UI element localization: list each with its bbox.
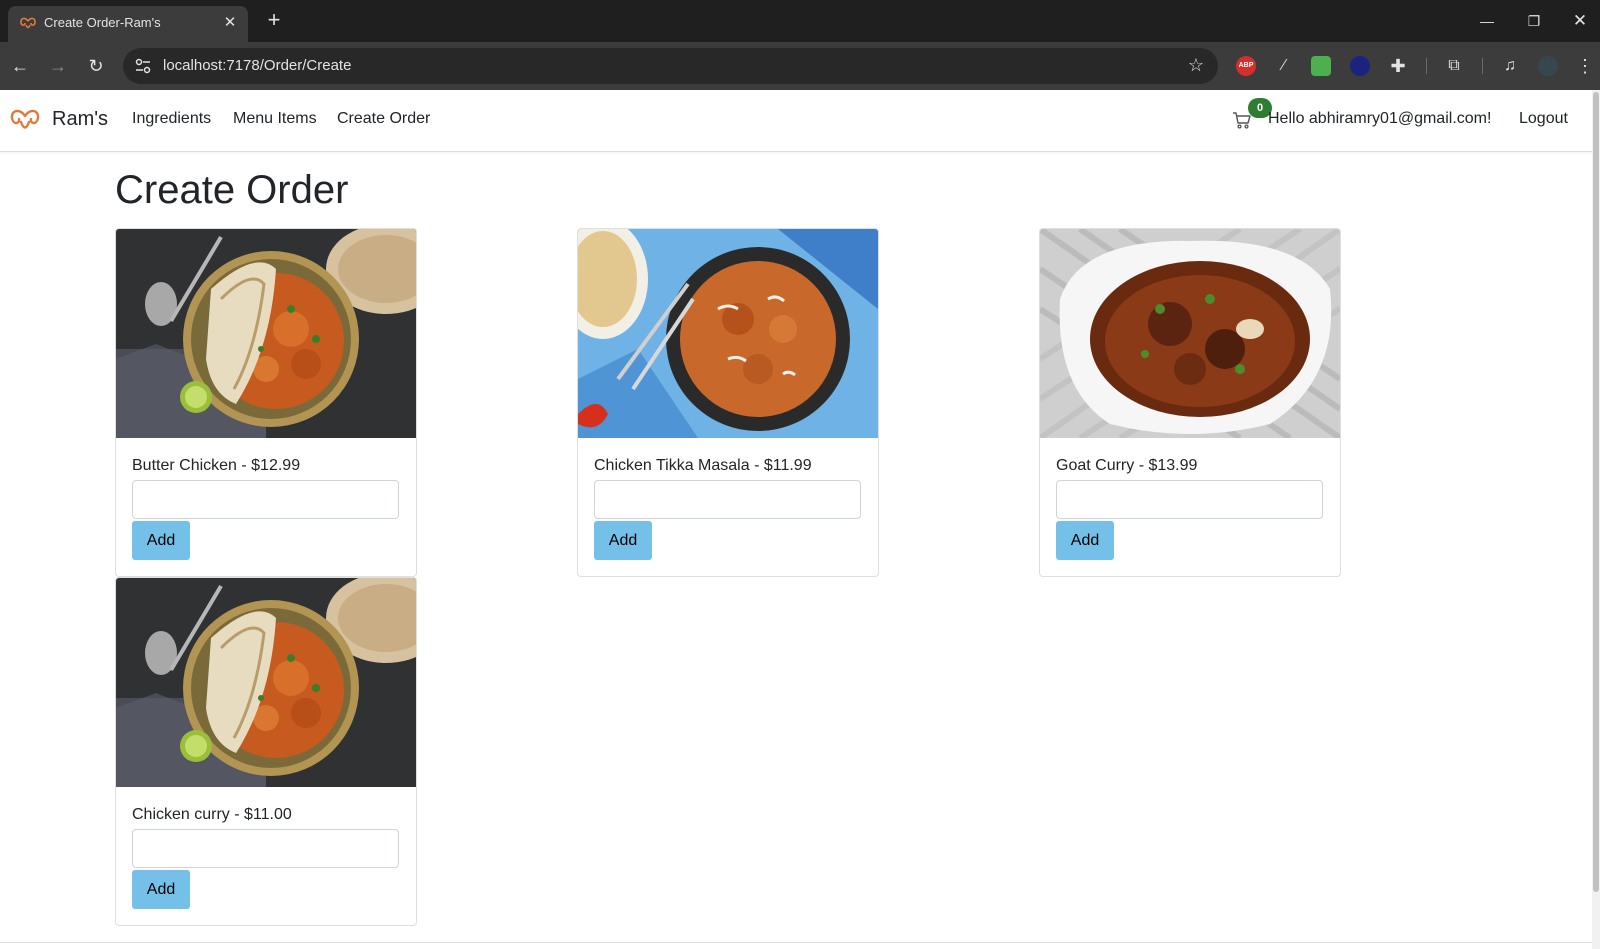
minimize-window-button[interactable]: — [1472, 8, 1502, 34]
quantity-input[interactable] [594, 480, 861, 519]
url-text[interactable]: localhost:7178/Order/Create [163, 57, 351, 74]
menu-item-card: Chicken Tikka Masala - $11.99 Add [577, 228, 879, 577]
browser-tabstrip: Create Order-Ram's ✕ + — ❐ ✕ [0, 0, 1600, 42]
nav-link-menu-items[interactable]: Menu Items [233, 110, 317, 128]
cast-search-icon[interactable]: ⧉ [1444, 56, 1464, 76]
nav-link-create-order[interactable]: Create Order [337, 110, 430, 128]
close-window-button[interactable]: ✕ [1565, 8, 1595, 34]
logout-link[interactable]: Logout [1519, 110, 1568, 128]
goat-curry-photo [1040, 229, 1340, 438]
add-to-order-button[interactable]: Add [132, 521, 190, 560]
bookmark-star-icon[interactable]: ☆ [1188, 55, 1204, 76]
page-title: Create Order [115, 168, 349, 212]
menu-item-card: Butter Chicken - $12.99 Add [115, 228, 417, 577]
add-to-order-button[interactable]: Add [594, 521, 652, 560]
reload-icon[interactable]: ↻ [82, 52, 110, 80]
menu-item-label: Chicken Tikka Masala - $11.99 [594, 457, 812, 474]
site-info-icon[interactable] [133, 56, 153, 76]
add-to-order-button[interactable]: Add [132, 870, 190, 909]
butter-chicken-photo [116, 229, 416, 438]
tab-title: Create Order-Ram's [44, 15, 161, 30]
menu-item-card: Goat Curry - $13.99 Add [1039, 228, 1341, 577]
quantity-input[interactable] [1056, 480, 1323, 519]
adblock-extension-icon[interactable]: ABP [1236, 56, 1256, 76]
menu-item-label: Butter Chicken - $12.99 [132, 457, 301, 474]
extensions-puzzle-icon[interactable]: ✚ [1388, 56, 1408, 76]
menu-item-label: Goat Curry - $13.99 [1056, 457, 1198, 474]
new-tab-button[interactable]: + [262, 9, 286, 33]
profile-avatar-icon[interactable] [1538, 56, 1558, 76]
chicken-curry-photo [116, 578, 416, 787]
address-bar[interactable]: localhost:7178/Order/Create ☆ [123, 48, 1218, 84]
compass-extension-icon[interactable] [1350, 56, 1370, 76]
restore-window-button[interactable]: ❐ [1519, 8, 1549, 34]
quantity-input[interactable] [132, 829, 399, 868]
forward-arrow-icon[interactable]: → [44, 52, 72, 80]
menu-item-card: Chicken curry - $11.00 Add [115, 577, 417, 926]
ram-logo-icon [10, 109, 40, 129]
close-tab-icon[interactable]: ✕ [220, 13, 240, 33]
browser-toolbar: ← → ↻ localhost:7178/Order/Create ☆ ABP … [0, 42, 1600, 90]
quantity-input[interactable] [132, 480, 399, 519]
back-arrow-icon[interactable]: ← [6, 52, 34, 80]
site-navbar: Ram's Ingredients Menu Items Create Orde… [0, 90, 1592, 152]
menu-item-label: Chicken curry - $11.00 [132, 806, 292, 823]
feather-extension-icon[interactable]: ⁄ [1274, 56, 1294, 76]
ram-logo-icon [20, 17, 36, 29]
media-controls-icon[interactable]: ♫ [1500, 56, 1520, 76]
toolbar-divider [1426, 58, 1427, 74]
toolbar-divider [1482, 58, 1483, 74]
page-scrollbar[interactable] [1592, 90, 1600, 949]
footer-divider [0, 942, 1592, 943]
nav-link-ingredients[interactable]: Ingredients [132, 110, 211, 128]
browser-tab-active[interactable]: Create Order-Ram's ✕ [8, 6, 248, 42]
scrollbar-thumb[interactable] [1593, 92, 1599, 892]
tikka-masala-photo [578, 229, 878, 438]
green-extension-icon[interactable] [1311, 56, 1331, 76]
add-to-order-button[interactable]: Add [1056, 521, 1114, 560]
page-viewport: Ram's Ingredients Menu Items Create Orde… [0, 90, 1592, 949]
brand-name: Ram's [52, 108, 109, 130]
browser-menu-icon[interactable]: ⋮ [1576, 56, 1594, 76]
user-greeting[interactable]: Hello abhiramry01@gmail.com! [1268, 110, 1491, 128]
